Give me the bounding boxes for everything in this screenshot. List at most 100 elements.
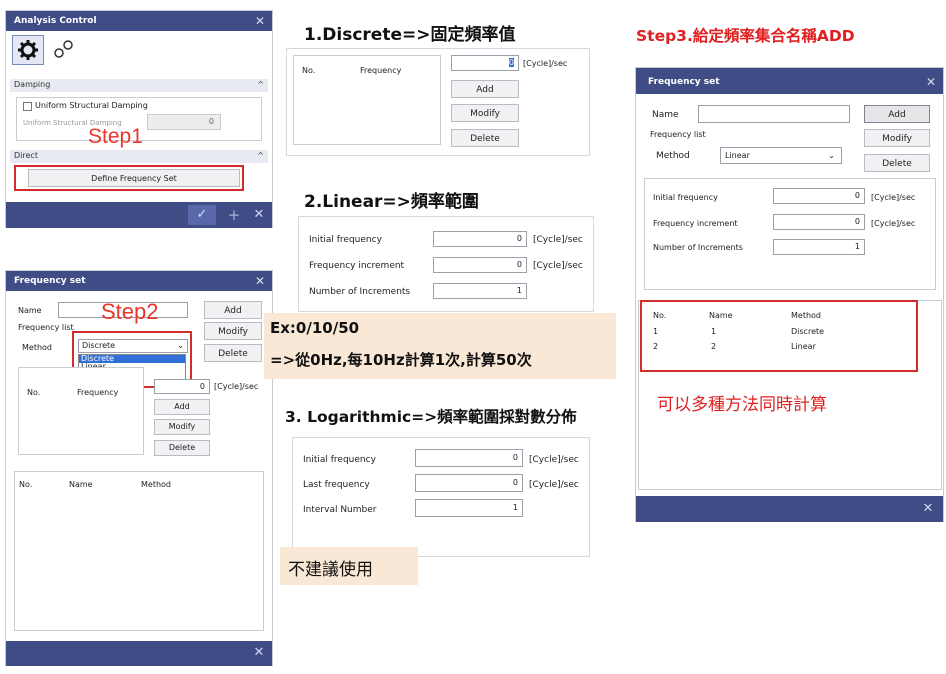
modify-button[interactable]: Modify (204, 322, 262, 340)
number-of-increments-label: Number of Increments (653, 243, 743, 252)
delete-button[interactable]: Delete (204, 344, 262, 362)
discrete-value-input[interactable]: 0 (451, 55, 519, 71)
inner-delete-button[interactable]: Delete (154, 440, 210, 456)
discrete-heading: 1.Discrete=>固定頻率值 (304, 25, 516, 45)
col-frequency: Frequency (360, 66, 402, 75)
col-no: No. (27, 388, 41, 397)
last-frequency-input[interactable]: 0 (415, 474, 523, 492)
damping-section-header[interactable]: Damping ^ (10, 79, 268, 92)
unit-label: [Cycle]/sec (523, 59, 568, 68)
inner-add-button[interactable]: Add (154, 399, 210, 415)
multi-method-note: 可以多種方法同時計算 (657, 395, 827, 415)
close-icon[interactable]: ✕ (255, 271, 265, 291)
unit-label: [Cycle]/sec (529, 480, 579, 490)
frequency-set-footer: ✕ (6, 641, 272, 666)
add-icon[interactable]: + (224, 205, 244, 225)
example-line-2: =>從0Hz,每10Hz計算1次,計算50次 (270, 351, 532, 369)
check-icon: ✓ (196, 207, 208, 222)
frequency-increment-label: Frequency increment (653, 219, 738, 228)
interval-number-input[interactable]: 1 (415, 499, 523, 517)
method-label: Method (22, 343, 53, 352)
logarithmic-heading: 3. Logarithmic=>頻率範圍採對數分佈 (285, 408, 577, 426)
add-button[interactable]: Add (451, 80, 519, 98)
not-recommended-text: 不建議使用 (288, 560, 373, 580)
method-select[interactable]: Linear ⌄ (720, 147, 842, 164)
discrete-panel: No. Frequency 0 [Cycle]/sec Add Modify D… (286, 48, 590, 156)
frequency-set-window-left: Frequency set ✕ Name Step2 Add Frequency… (5, 270, 273, 666)
inner-modify-button[interactable]: Modify (154, 419, 210, 435)
name-label: Name (652, 110, 679, 120)
number-of-increments-input[interactable]: 1 (773, 239, 865, 255)
analysis-control-titlebar: Analysis Control ✕ (6, 11, 272, 31)
unit-label: [Cycle]/sec (533, 261, 583, 271)
confirm-button[interactable]: ✓ (188, 205, 216, 225)
interval-number-label: Interval Number (303, 505, 377, 515)
logarithmic-panel: Initial frequency 0 [Cycle]/sec Last fre… (292, 437, 590, 557)
list-col-method: Method (141, 480, 172, 489)
unit-label: [Cycle]/sec (529, 455, 579, 465)
linear-panel: Initial frequency 0 [Cycle]/sec Frequenc… (298, 216, 594, 312)
name-label: Name (18, 306, 42, 315)
initial-frequency-label: Initial frequency (653, 193, 718, 202)
frequency-set-titlebar: Frequency set ✕ (636, 68, 943, 94)
frequency-set-list: No. Name Method (14, 471, 264, 631)
initial-frequency-input[interactable]: 0 (415, 449, 523, 467)
initial-frequency-input[interactable]: 0 (773, 188, 865, 204)
close-icon[interactable]: ✕ (255, 11, 265, 31)
modify-button[interactable]: Modify (864, 129, 930, 147)
number-of-increments-input[interactable]: 1 (433, 283, 527, 299)
close-icon[interactable]: ✕ (249, 205, 269, 225)
frequency-set-titlebar: Frequency set ✕ (6, 271, 272, 291)
frequency-set-footer: ✕ (636, 496, 943, 522)
window-title: Frequency set (14, 276, 86, 286)
name-input[interactable] (698, 105, 850, 123)
delete-button[interactable]: Delete (864, 154, 930, 172)
frequency-value-input[interactable]: 0 (154, 379, 210, 394)
gears-button[interactable] (48, 35, 80, 65)
analysis-control-window: Analysis Control ✕ Damping ^ Uniform Str… (5, 10, 273, 228)
col-frequency: Frequency (77, 388, 119, 397)
window-title: Frequency set (648, 77, 720, 87)
frequency-list-label: Frequency list (16, 323, 76, 332)
not-recommended-note: 不建議使用 (280, 547, 418, 585)
frequency-set-window-right: Frequency set ✕ Name Add Frequency list … (635, 67, 944, 522)
close-icon[interactable]: ✕ (918, 499, 938, 519)
col-no: No. (302, 66, 316, 75)
gears-icon (54, 40, 73, 58)
uniform-value-field[interactable]: 0 (147, 114, 221, 130)
window-title: Analysis Control (14, 16, 97, 26)
frequency-increment-input[interactable]: 0 (433, 257, 527, 273)
add-button[interactable]: Add (864, 105, 930, 123)
step1-highlight (14, 165, 244, 191)
uniform-checkbox[interactable] (23, 102, 32, 111)
analysis-control-footer: ✓ + ✕ (6, 202, 272, 228)
frequency-increment-label: Frequency increment (309, 261, 405, 271)
gear-button[interactable] (12, 35, 44, 65)
unit-label: [Cycle]/sec (871, 193, 916, 202)
frequency-table: No. Frequency (18, 367, 144, 455)
method-label: Method (656, 151, 690, 161)
example-note: Ex:0/10/50 =>從0Hz,每10Hz計算1次,計算50次 (264, 313, 616, 379)
initial-frequency-label: Initial frequency (309, 235, 382, 245)
unit-label: [Cycle]/sec (214, 382, 259, 391)
chevron-up-icon: ^ (257, 151, 264, 160)
frequency-increment-input[interactable]: 0 (773, 214, 865, 230)
list-col-no: No. (19, 480, 33, 489)
chevron-down-icon: ⌄ (828, 151, 835, 160)
linear-heading: 2.Linear=>頻率範圍 (304, 192, 479, 212)
add-button[interactable]: Add (204, 301, 262, 319)
close-icon[interactable]: ✕ (249, 643, 269, 663)
close-icon[interactable]: ✕ (926, 68, 936, 96)
example-line-1: Ex:0/10/50 (270, 319, 360, 337)
modify-button[interactable]: Modify (451, 104, 519, 122)
initial-frequency-input[interactable]: 0 (433, 231, 527, 247)
last-frequency-label: Last frequency (303, 480, 370, 490)
delete-button[interactable]: Delete (451, 129, 519, 147)
linear-parameters-panel: Initial frequency 0 [Cycle]/sec Frequenc… (644, 178, 936, 290)
step1-label: Step1 (88, 125, 143, 148)
frequency-list-label: Frequency list (648, 130, 708, 139)
direct-section-header[interactable]: Direct ^ (10, 150, 268, 163)
gear-icon (18, 40, 38, 60)
uniform-checkbox-label: Uniform Structural Damping (35, 101, 148, 110)
toolbar (12, 35, 82, 65)
